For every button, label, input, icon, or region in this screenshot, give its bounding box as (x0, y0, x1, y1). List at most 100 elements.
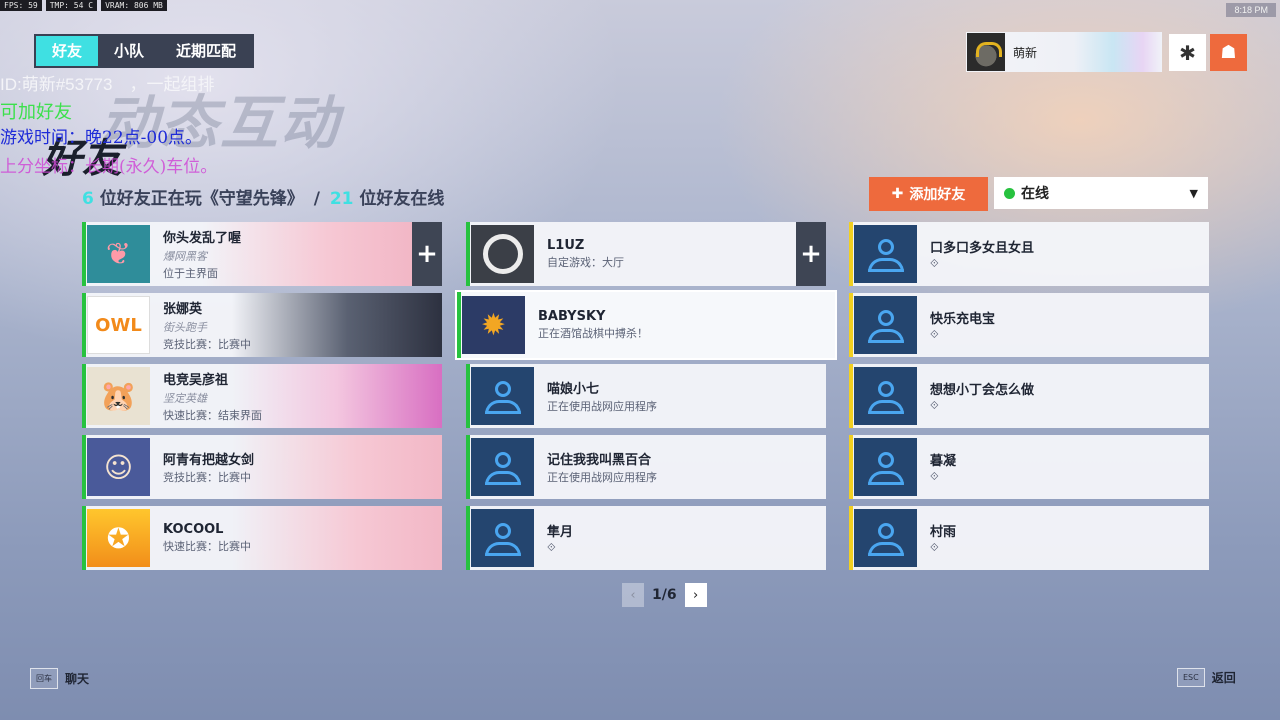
friend-name: 想想小丁会怎么做 (930, 383, 1035, 398)
chevron-left-icon: ‹ (630, 587, 636, 603)
away-indicator (849, 293, 853, 357)
stream-overlay-add: 可加好友 (0, 102, 72, 123)
friend-card[interactable]: ✪ KOCOOL 快速比赛：比赛中 (82, 506, 442, 570)
tab-recent-players[interactable]: 近期匹配 (160, 36, 252, 66)
friend-name: 快乐充电宝 (930, 312, 996, 327)
endorsement-button[interactable]: ☗ (1210, 34, 1247, 71)
friend-name: 口多口多女且女且 (930, 241, 1035, 256)
friend-card[interactable]: 隼月 ⟐ (466, 506, 826, 570)
back-hint[interactable]: ESC 返回 (1177, 668, 1236, 687)
stream-overlay-position: 上分坐标：长期(永久)车位。 (0, 157, 218, 177)
friend-status: 正在使用战网应用程序 (547, 400, 657, 413)
friend-name: 阿青有把越女剑 (163, 453, 255, 468)
friend-status: 正在酒馆战棋中搏杀！ (538, 327, 648, 340)
player-name: 萌新 (1013, 45, 1038, 60)
away-indicator (849, 435, 853, 499)
friend-name: BABYSKY (538, 309, 606, 324)
friend-card[interactable]: ☺ 阿青有把越女剑 竞技比赛：比赛中 (82, 435, 442, 499)
chat-label: 聊天 (65, 672, 90, 686)
away-indicator (849, 506, 853, 570)
friend-card[interactable]: 想想小丁会怎么做 ⟐ (849, 364, 1209, 428)
avatar: ☺ (87, 438, 150, 496)
fps-readout: FPS: 59 (0, 0, 42, 11)
clock: 8:18 PM (1226, 3, 1276, 17)
online-dot-icon (1004, 187, 1015, 199)
friend-card[interactable]: OWL 张娜英 街头跑手 竞技比赛：比赛中 (82, 293, 442, 357)
default-avatar-icon (471, 509, 534, 567)
avatar: ✪ (87, 509, 150, 567)
social-button[interactable]: ✱ (1169, 34, 1206, 71)
battlenet-icon: ⟐ (930, 470, 939, 483)
friend-card[interactable]: 记住我我叫黑百合 正在使用战网应用程序 (466, 435, 826, 499)
friend-status: 竞技比赛：比赛中 (163, 471, 251, 484)
avatar: OWL (87, 296, 150, 354)
plus-icon: + (800, 239, 822, 269)
friend-status: 快速比赛：比赛中 (163, 540, 251, 553)
next-page-button[interactable]: › (684, 583, 707, 607)
online-indicator (466, 222, 470, 286)
page-indicator: 1/6 (652, 587, 677, 603)
friend-card[interactable]: L1UZ 自定游戏：大厅 (466, 222, 796, 286)
back-label: 返回 (1211, 671, 1236, 685)
summary-separator: / (313, 189, 320, 209)
temperature-readout: TMP: 54 C (45, 0, 98, 11)
esc-key-badge: ESC (1177, 668, 1205, 687)
avatar: 🐹 (87, 367, 150, 425)
online-text: 位好友在线 (359, 189, 445, 209)
previous-page-button[interactable]: ‹ (622, 583, 644, 607)
tab-friends[interactable]: 好友 (36, 36, 99, 66)
chat-hint[interactable]: 回车 聊天 (30, 668, 89, 689)
online-indicator (82, 293, 86, 357)
friend-name: 记住我我叫黑百合 (547, 453, 652, 468)
friend-card[interactable]: ❦ 你头发乱了喔 爆网黑客 位于主界面 (82, 222, 412, 286)
default-avatar-icon (854, 225, 917, 283)
nameplate-background (232, 364, 442, 428)
friend-card[interactable]: 快乐充电宝 ⟐ (849, 293, 1209, 357)
medal-icon: ☗ (1220, 42, 1237, 63)
avatar: ❦ (87, 225, 150, 283)
online-indicator (457, 292, 461, 358)
friend-name: 暮凝 (930, 454, 957, 469)
add-friend-button[interactable]: ✚ 添加好友 (869, 177, 988, 211)
player-profile[interactable]: 萌新 (966, 32, 1162, 72)
playing-count: 6 (82, 189, 94, 209)
add-friend-label: 添加好友 (909, 187, 966, 203)
friend-card[interactable]: 口多口多女且女且 ⟐ (849, 222, 1209, 286)
default-avatar-icon (854, 438, 917, 496)
friend-card[interactable]: 村雨 ⟐ (849, 506, 1209, 570)
battlenet-icon: ⟐ (930, 257, 939, 270)
friend-card[interactable]: 🐹 电竞吴彦祖 坚定英雄 快速比赛：结束界面 (82, 364, 442, 428)
battlenet-icon: ⟐ (930, 399, 939, 412)
friend-card[interactable]: 暮凝 ⟐ (849, 435, 1209, 499)
friend-status: 正在使用战网应用程序 (547, 471, 657, 484)
friend-card[interactable]: 喵娘小七 正在使用战网应用程序 (466, 364, 826, 428)
online-indicator (82, 364, 86, 428)
friend-status: 快速比赛：结束界面 (163, 409, 262, 422)
avatar: ✹ (462, 296, 525, 354)
friend-name: 隼月 (547, 525, 574, 540)
player-avatar (967, 33, 1005, 71)
friend-name: KOCOOL (163, 522, 224, 537)
overwatch-logo-icon (482, 234, 523, 274)
friends-summary: 6 位好友正在玩《守望先锋》 / 21 位好友在线 (82, 184, 444, 209)
stream-overlay-id: ID:萌新#53773 ，一起组排 (0, 75, 215, 94)
friend-status: 位于主界面 (163, 267, 218, 280)
friend-card-selected[interactable]: ✹ BABYSKY 正在酒馆战棋中搏杀！ (455, 290, 837, 360)
tab-group[interactable]: 小队 (98, 36, 160, 66)
avatar (471, 225, 534, 283)
battlenet-icon: ⟐ (930, 328, 939, 341)
status-dropdown[interactable]: 在线 ▼ (994, 177, 1208, 209)
battlenet-icon: ⟐ (930, 541, 939, 554)
online-indicator (466, 364, 470, 428)
plus-icon: + (416, 239, 438, 269)
stream-overlay-time: 游戏时间：晚22点-00点。 (0, 128, 203, 148)
invite-button[interactable]: + (412, 222, 442, 286)
friend-name: L1UZ (547, 238, 585, 253)
default-avatar-icon (854, 367, 917, 425)
online-indicator (466, 506, 470, 570)
pagination: ‹ 1/6 › (622, 583, 707, 607)
online-indicator (82, 506, 86, 570)
friend-title: 街头跑手 (163, 321, 207, 334)
invite-button[interactable]: + (796, 222, 826, 286)
nameplate-background (232, 506, 442, 570)
